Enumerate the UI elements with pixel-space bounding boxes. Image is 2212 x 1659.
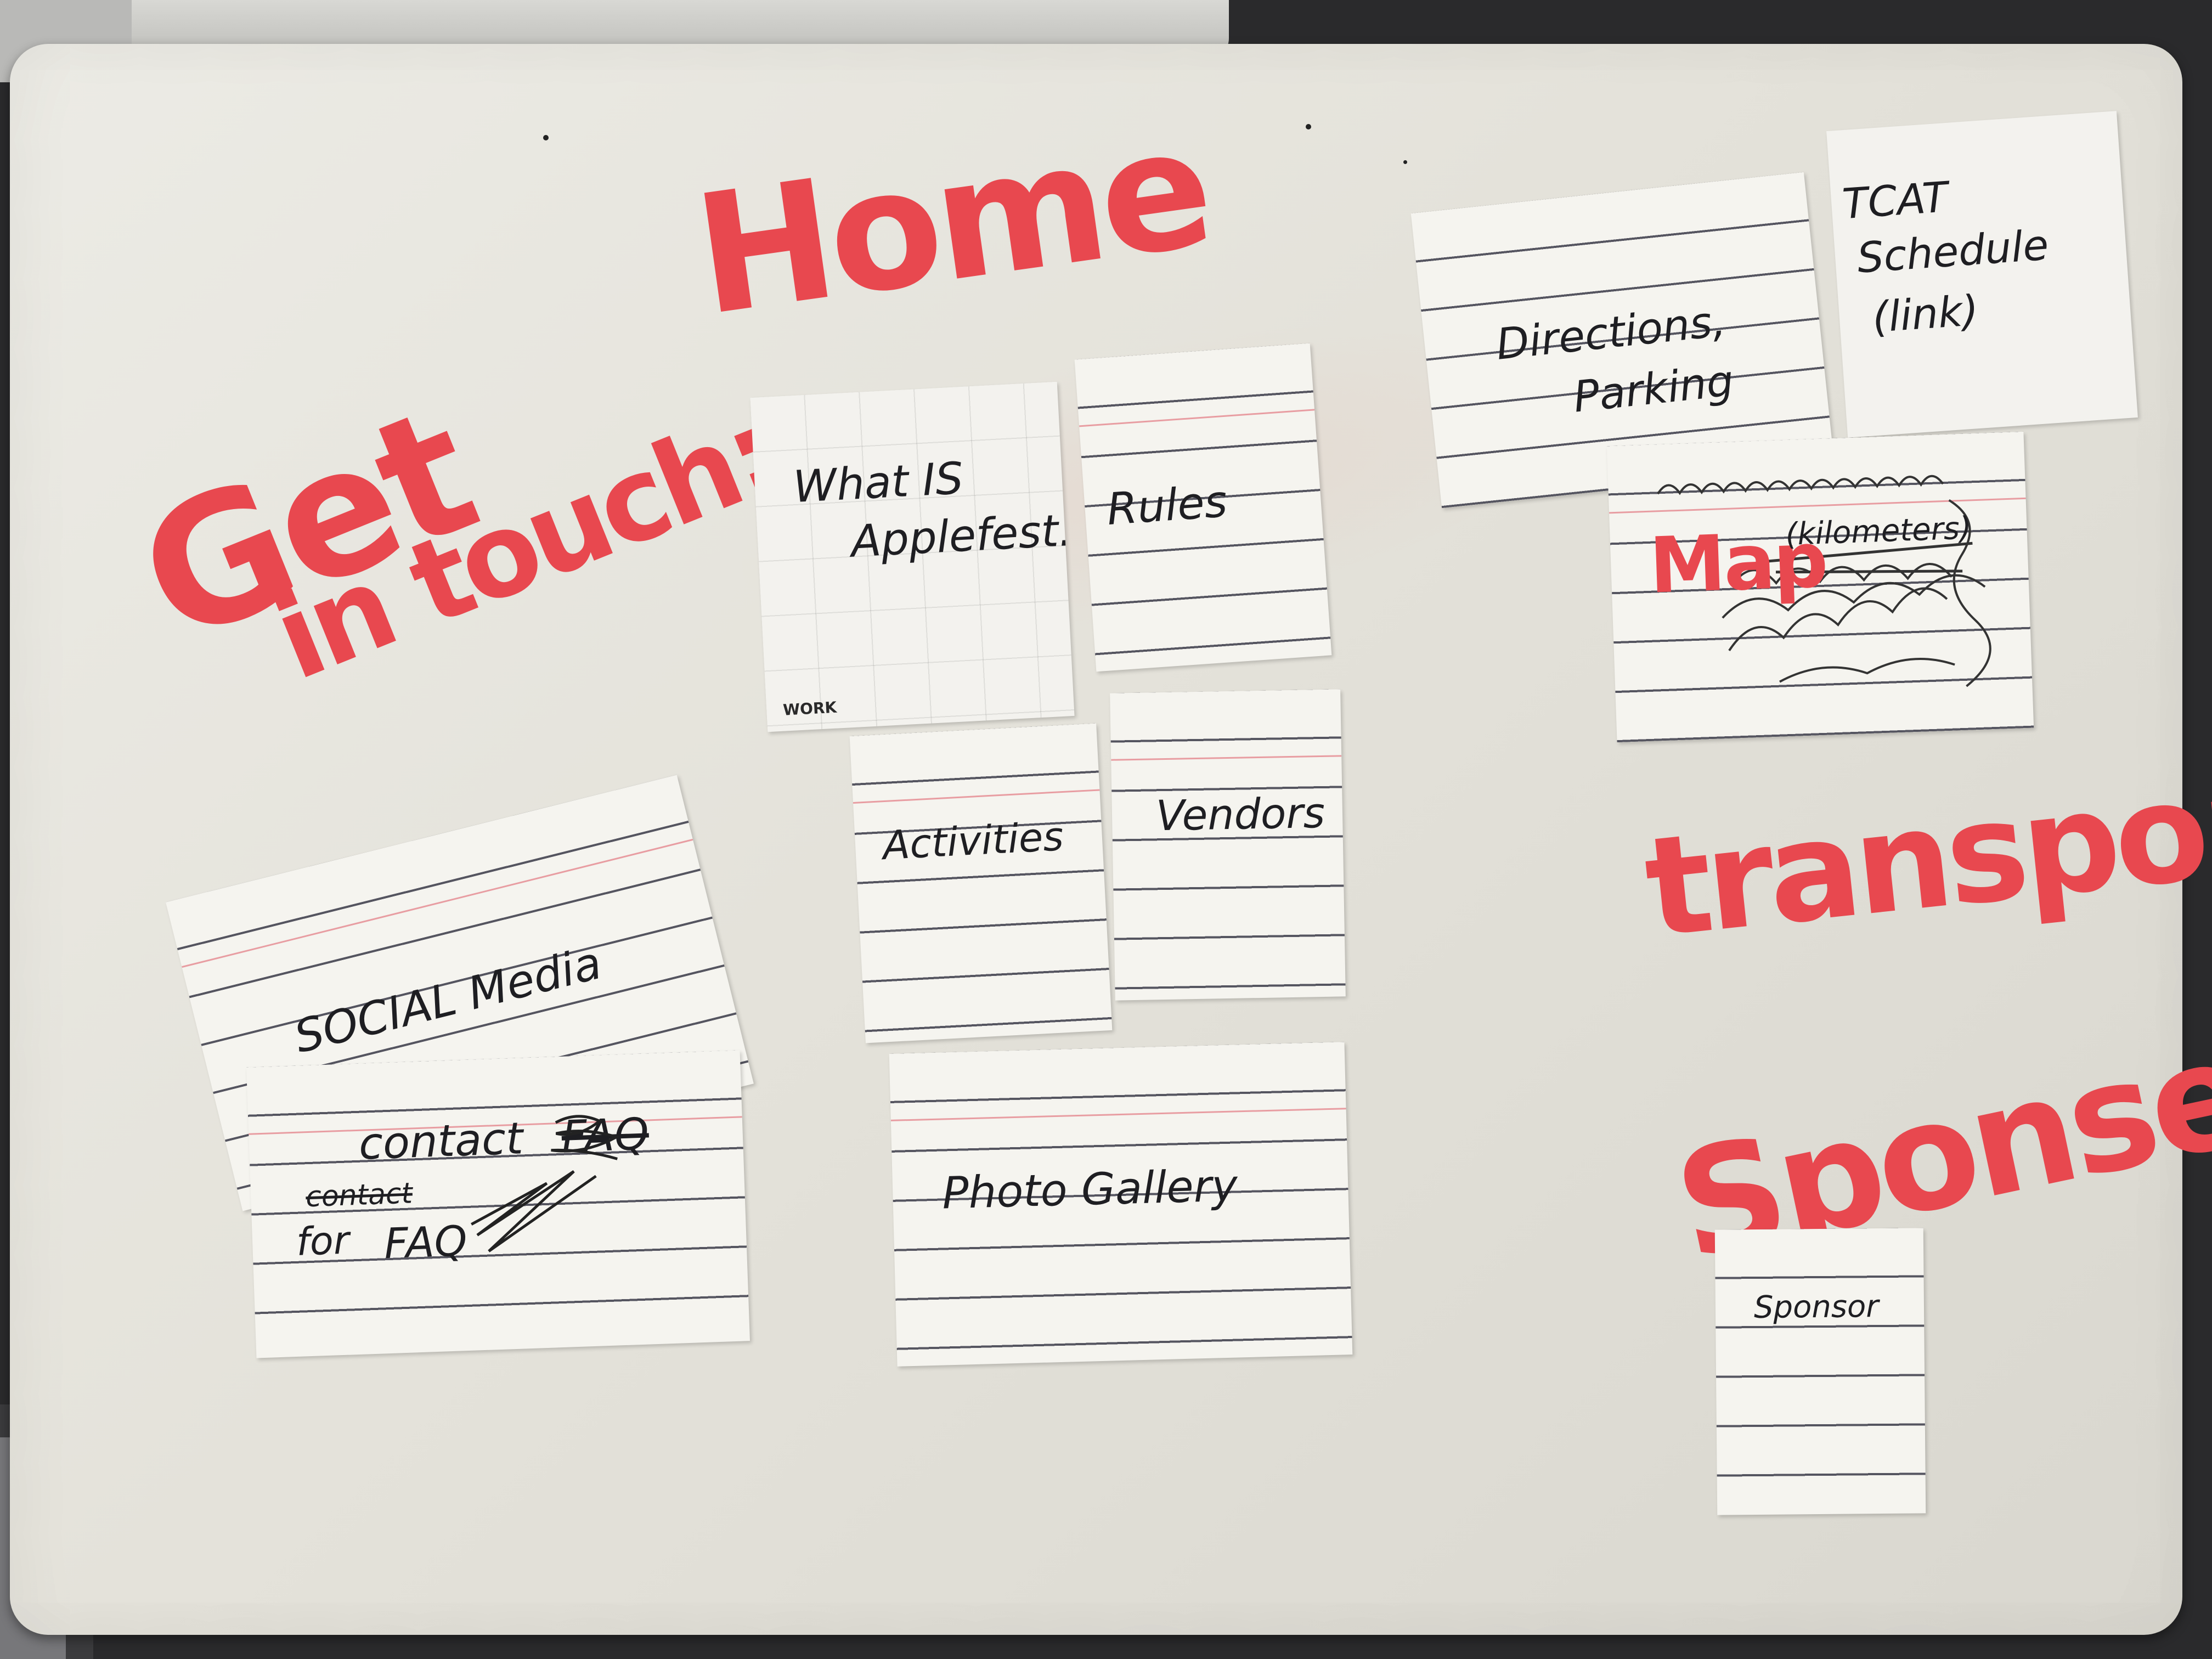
card-label: Rules	[1105, 476, 1229, 535]
card-label: Schedule	[1855, 220, 2050, 283]
card-label: Directions,	[1493, 296, 1728, 370]
card-vendors: Vendors	[1110, 689, 1346, 1001]
card-note: (kilometers)	[1785, 510, 1972, 553]
card-brand: WORK	[782, 698, 837, 719]
card-label: Applefest.	[849, 504, 1074, 567]
heading-home: Home	[685, 91, 1218, 353]
card-label: Parking	[1571, 356, 1736, 422]
card-photo-gallery: Photo Gallery	[889, 1042, 1353, 1367]
card-rules: Rules	[1074, 343, 1332, 672]
card-label: Sponsor	[1753, 1289, 1879, 1326]
card-label: Vendors	[1155, 788, 1325, 840]
card-label: Activities	[881, 813, 1065, 869]
card-tcat-schedule: TCAT Schedule (link)	[1826, 111, 2138, 438]
card-activities: Activities	[849, 723, 1113, 1043]
whiteboard: Home Get in touch: transport Sponsers Wh…	[10, 44, 2212, 1635]
board-mark	[1403, 160, 1407, 164]
scribble-crossout	[471, 1115, 620, 1252]
board-mark	[1306, 124, 1311, 129]
card-label: SOCIAL Media	[289, 936, 607, 1064]
card-label: What IS	[792, 453, 965, 513]
card-map: Map (kilometers)	[1606, 431, 2034, 743]
board-mark	[543, 135, 549, 140]
card-label: (link)	[1870, 285, 1980, 342]
card-sponsor: Sponsor	[1714, 1228, 1926, 1515]
card-label: Photo Gallery	[941, 1160, 1238, 1219]
card-contact-faq: contact FAQ contact for FAQ	[246, 1050, 750, 1358]
heading-transport: transport	[1638, 738, 2212, 969]
card-label: TCAT	[1841, 172, 1950, 229]
card-what-is-applefest: What IS Applefest. WORK	[750, 381, 1075, 732]
